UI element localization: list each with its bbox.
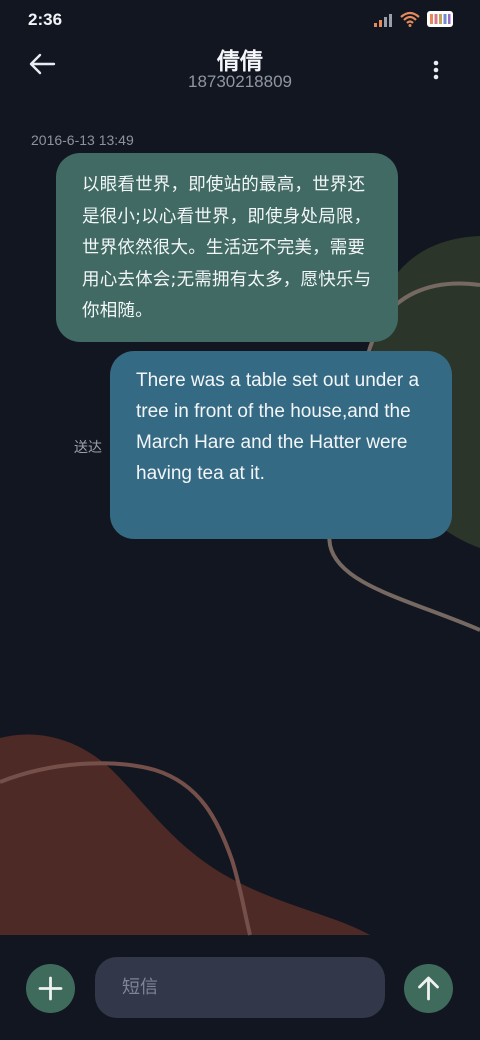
wifi-icon	[400, 11, 420, 31]
message-input[interactable]	[95, 957, 385, 1018]
outgoing-message-bubble[interactable]: There was a table set out under a tree i…	[110, 351, 452, 539]
battery-icon	[426, 10, 454, 32]
contact-phone-number: 18730218809	[187, 72, 292, 91]
message-timestamp: 2016-6-13 13:49	[31, 132, 134, 148]
incoming-message-text: 以眼看世界，即使站的最高，世界还是很小;以心看世界，即使身处局限，世界依然很大。…	[82, 175, 372, 321]
contact-name: 倩倩	[217, 49, 263, 75]
conversation-header: 倩倩 18730218809	[0, 40, 480, 100]
arrow-up-icon	[404, 976, 453, 1017]
status-icons	[374, 10, 454, 32]
status-bar: 2:36	[0, 0, 480, 40]
more-vertical-icon	[428, 60, 444, 90]
outgoing-message-text: There was a table set out under a tree i…	[136, 370, 420, 484]
message-composer	[0, 946, 480, 1040]
signal-bars-icon	[374, 12, 394, 31]
background-hill-shape	[0, 734, 370, 935]
send-button[interactable]	[404, 964, 453, 1013]
delivery-status: 送达	[74, 440, 102, 456]
more-options-button[interactable]	[428, 56, 444, 86]
add-attachment-button[interactable]	[26, 964, 75, 1013]
plus-icon	[26, 976, 75, 1017]
incoming-message-bubble[interactable]: 以眼看世界，即使站的最高，世界还是很小;以心看世界，即使身处局限，世界依然很大。…	[56, 153, 398, 342]
status-time: 2:36	[28, 10, 63, 29]
